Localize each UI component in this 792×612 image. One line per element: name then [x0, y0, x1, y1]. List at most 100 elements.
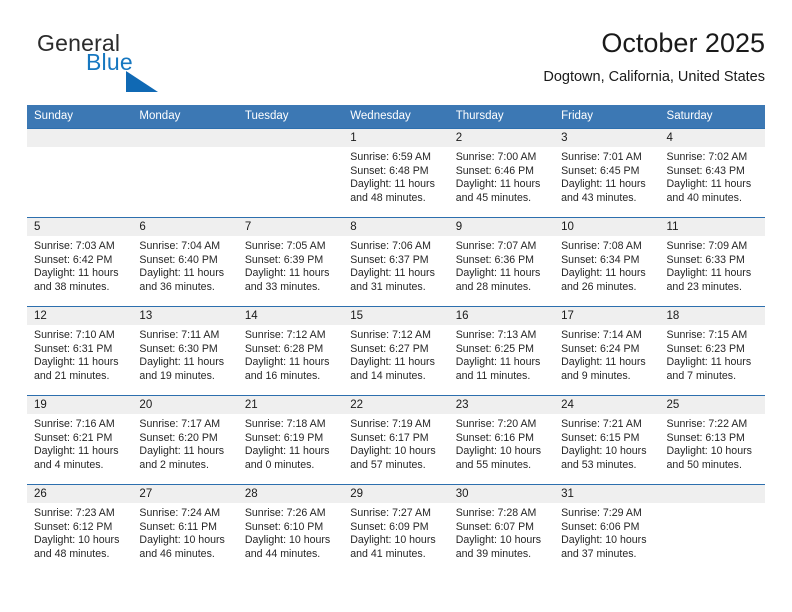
calendar-day-cell[interactable]: 12 Sunrise: 7:10 AM Sunset: 6:31 PM Dayligh…	[27, 306, 133, 396]
day-details: Sunrise: 7:02 AM Sunset: 6:43 PM Daylight:…	[660, 147, 765, 205]
calendar-day-cell[interactable]: 14 Sunrise: 7:12 AM Sunset: 6:28 PM Dayligh…	[237, 306, 344, 396]
sunset-text: Sunset: 6:16 PM	[455, 431, 535, 444]
calendar-day-cell[interactable]: 16 Sunrise: 7:13 AM Sunset: 6:25 PM Dayligh…	[448, 306, 555, 396]
daylight-text: Daylight: 11 hours and 31 minutes.	[350, 267, 435, 293]
daylight-text: Daylight: 11 hours and 40 minutes.	[666, 178, 752, 204]
day-details: Sunrise: 7:14 AM Sunset: 6:24 PM Daylight:…	[554, 325, 659, 383]
calendar-day-cell[interactable]: 17 Sunrise: 7:14 AM Sunset: 6:24 PM Dayligh…	[554, 306, 660, 396]
day-details: Sunrise: 7:22 AM Sunset: 6:13 PM Daylight:…	[660, 414, 765, 472]
sunrise-text: Sunrise: 7:21 AM	[561, 418, 642, 430]
brand-logo[interactable]: General Blue	[27, 30, 267, 92]
title-block: October 2025 Dogtown, California, United…	[543, 26, 765, 88]
calendar-day-cell[interactable]: 13 Sunrise: 7:11 AM Sunset: 6:30 PM Dayligh…	[132, 306, 238, 396]
day-details: Sunrise: 7:28 AM Sunset: 6:07 PM Daylight:…	[449, 503, 554, 561]
day-details: Sunrise: 7:01 AM Sunset: 6:45 PM Daylight:…	[554, 147, 659, 205]
sunrise-text: Sunrise: 7:04 AM	[139, 240, 221, 252]
calendar-day-cell[interactable]: 28 Sunrise: 7:26 AM Sunset: 6:10 PM Dayligh…	[237, 484, 344, 574]
day-number: 19	[27, 396, 133, 414]
day-details: Sunrise: 7:21 AM Sunset: 6:15 PM Daylight:…	[554, 414, 659, 472]
day-details: Sunrise: 7:17 AM Sunset: 6:20 PM Daylight:…	[132, 414, 237, 472]
sunrise-text: Sunrise: 7:24 AM	[139, 507, 221, 519]
sunset-text: Sunset: 6:20 PM	[139, 431, 218, 444]
calendar-day-cell[interactable]: 29 Sunrise: 7:27 AM Sunset: 6:09 PM Dayligh…	[343, 484, 449, 574]
day-number: 25	[659, 396, 765, 414]
calendar-day-cell[interactable]: 25 Sunrise: 7:22 AM Sunset: 6:13 PM Dayligh…	[659, 395, 765, 485]
day-details: Sunrise: 7:04 AM Sunset: 6:40 PM Daylight:…	[132, 236, 237, 294]
calendar-day-cell[interactable]: 26 Sunrise: 7:23 AM Sunset: 6:12 PM Dayligh…	[27, 484, 133, 574]
calendar-day-cell[interactable]: 30 Sunrise: 7:28 AM Sunset: 6:07 PM Dayligh…	[448, 484, 555, 574]
day-number: 12	[27, 307, 133, 325]
day-details: Sunrise: 7:08 AM Sunset: 6:34 PM Daylight:…	[554, 236, 659, 294]
sunset-text: Sunset: 6:10 PM	[244, 520, 324, 533]
calendar-day-cell[interactable]: 21 Sunrise: 7:18 AM Sunset: 6:19 PM Dayligh…	[237, 395, 344, 485]
page-title: October 2025	[601, 28, 765, 58]
calendar-day-cell[interactable]: 31 Sunrise: 7:29 AM Sunset: 6:06 PM Dayligh…	[554, 484, 660, 574]
sunset-text: Sunset: 6:30 PM	[139, 342, 218, 355]
day-number: 1	[343, 129, 449, 147]
weekday-header-saturday: Saturday	[659, 105, 765, 129]
daylight-text: Daylight: 11 hours and 36 minutes.	[139, 267, 225, 293]
calendar-day-cell[interactable]: 23 Sunrise: 7:20 AM Sunset: 6:16 PM Dayligh…	[448, 395, 555, 485]
weekday-header-row: Sunday Monday Tuesday Wednesday Thursday…	[27, 105, 765, 129]
calendar-day-cell[interactable]: 6 Sunrise: 7:04 AM Sunset: 6:40 PM Daylight…	[132, 217, 238, 307]
calendar-day-cell[interactable]: 24 Sunrise: 7:21 AM Sunset: 6:15 PM Dayligh…	[554, 395, 660, 485]
sunset-text: Sunset: 6:21 PM	[34, 431, 113, 444]
sunrise-text: Sunrise: 7:18 AM	[244, 418, 326, 430]
calendar-day-cell[interactable]: 1 Sunrise: 6:59 AM Sunset: 6:48 PM Daylight…	[343, 128, 449, 218]
sunrise-text: Sunrise: 7:13 AM	[455, 329, 537, 341]
day-number: 31	[554, 485, 660, 503]
daylight-text: Daylight: 11 hours and 38 minutes.	[34, 267, 119, 293]
day-details: Sunrise: 7:09 AM Sunset: 6:33 PM Daylight:…	[660, 236, 765, 294]
day-number: 27	[132, 485, 238, 503]
sunrise-text: Sunrise: 7:19 AM	[350, 418, 431, 430]
sunset-text: Sunset: 6:37 PM	[350, 253, 429, 266]
calendar-day-cell[interactable]: 19 Sunrise: 7:16 AM Sunset: 6:21 PM Dayligh…	[27, 395, 133, 485]
day-number: 26	[27, 485, 133, 503]
sunrise-text: Sunrise: 7:05 AM	[244, 240, 326, 252]
calendar-day-cell[interactable]: 20 Sunrise: 7:17 AM Sunset: 6:20 PM Dayligh…	[132, 395, 238, 485]
day-number: 22	[343, 396, 449, 414]
sunrise-text: Sunrise: 7:07 AM	[455, 240, 537, 252]
calendar-day-cell[interactable]: 27 Sunrise: 7:24 AM Sunset: 6:11 PM Dayligh…	[132, 484, 238, 574]
daylight-text: Daylight: 11 hours and 43 minutes.	[561, 178, 646, 204]
calendar-day-cell[interactable]: 5 Sunrise: 7:03 AM Sunset: 6:42 PM Daylight…	[27, 217, 133, 307]
day-details: Sunrise: 7:12 AM Sunset: 6:27 PM Daylight:…	[343, 325, 448, 383]
daylight-text: Daylight: 11 hours and 23 minutes.	[666, 267, 752, 293]
calendar-day-cell[interactable]: 3 Sunrise: 7:01 AM Sunset: 6:45 PM Daylight…	[554, 128, 660, 218]
day-number: 21	[237, 396, 344, 414]
calendar-day-cell[interactable]: 7 Sunrise: 7:05 AM Sunset: 6:39 PM Daylight…	[237, 217, 344, 307]
calendar-day-cell[interactable]: 2 Sunrise: 7:00 AM Sunset: 6:46 PM Daylight…	[448, 128, 555, 218]
calendar-week-row: 1 Sunrise: 6:59 AM Sunset: 6:48 PM Daylight…	[27, 128, 765, 218]
daylight-text: Daylight: 10 hours and 57 minutes.	[350, 445, 436, 471]
day-details: Sunrise: 7:00 AM Sunset: 6:46 PM Daylight:…	[449, 147, 554, 205]
calendar-day-cell[interactable]: 9 Sunrise: 7:07 AM Sunset: 6:36 PM Daylight…	[448, 217, 555, 307]
sunset-text: Sunset: 6:17 PM	[350, 431, 429, 444]
calendar-day-cell[interactable]: 11 Sunrise: 7:09 AM Sunset: 6:33 PM Dayligh…	[659, 217, 765, 307]
sunset-text: Sunset: 6:36 PM	[455, 253, 535, 266]
sunrise-text: Sunrise: 7:27 AM	[350, 507, 431, 519]
day-details: Sunrise: 7:23 AM Sunset: 6:12 PM Daylight:…	[27, 503, 132, 561]
daylight-text: Daylight: 10 hours and 44 minutes.	[244, 534, 331, 560]
calendar-day-cell[interactable]: 8 Sunrise: 7:06 AM Sunset: 6:37 PM Daylight…	[343, 217, 449, 307]
day-details: Sunrise: 7:11 AM Sunset: 6:30 PM Daylight:…	[132, 325, 237, 383]
day-details: Sunrise: 7:13 AM Sunset: 6:25 PM Daylight:…	[449, 325, 554, 383]
calendar-day-cell[interactable]: 4 Sunrise: 7:02 AM Sunset: 6:43 PM Daylight…	[659, 128, 765, 218]
weekday-header-monday: Monday	[132, 105, 238, 129]
day-details: Sunrise: 7:06 AM Sunset: 6:37 PM Daylight:…	[343, 236, 448, 294]
day-number: 15	[343, 307, 449, 325]
sunset-text: Sunset: 6:13 PM	[666, 431, 745, 444]
sunrise-text: Sunrise: 7:17 AM	[139, 418, 221, 430]
daylight-text: Daylight: 11 hours and 7 minutes.	[666, 356, 752, 382]
daylight-text: Daylight: 10 hours and 48 minutes.	[34, 534, 120, 560]
calendar-day-cell[interactable]: 15 Sunrise: 7:12 AM Sunset: 6:27 PM Dayligh…	[343, 306, 449, 396]
calendar-day-cell[interactable]: 10 Sunrise: 7:08 AM Sunset: 6:34 PM Dayligh…	[554, 217, 660, 307]
calendar-day-cell[interactable]: 22 Sunrise: 7:19 AM Sunset: 6:17 PM Dayligh…	[343, 395, 449, 485]
day-number: 7	[237, 218, 344, 236]
day-details: Sunrise: 7:10 AM Sunset: 6:31 PM Daylight:…	[27, 325, 132, 383]
sunset-text: Sunset: 6:09 PM	[350, 520, 429, 533]
daylight-text: Daylight: 11 hours and 4 minutes.	[34, 445, 119, 471]
weekday-header-friday: Friday	[554, 105, 660, 129]
calendar-week-row: 12 Sunrise: 7:10 AM Sunset: 6:31 PM Dayligh…	[27, 306, 765, 396]
sunset-text: Sunset: 6:34 PM	[561, 253, 640, 266]
calendar-day-cell[interactable]: 18 Sunrise: 7:15 AM Sunset: 6:23 PM Dayligh…	[659, 306, 765, 396]
